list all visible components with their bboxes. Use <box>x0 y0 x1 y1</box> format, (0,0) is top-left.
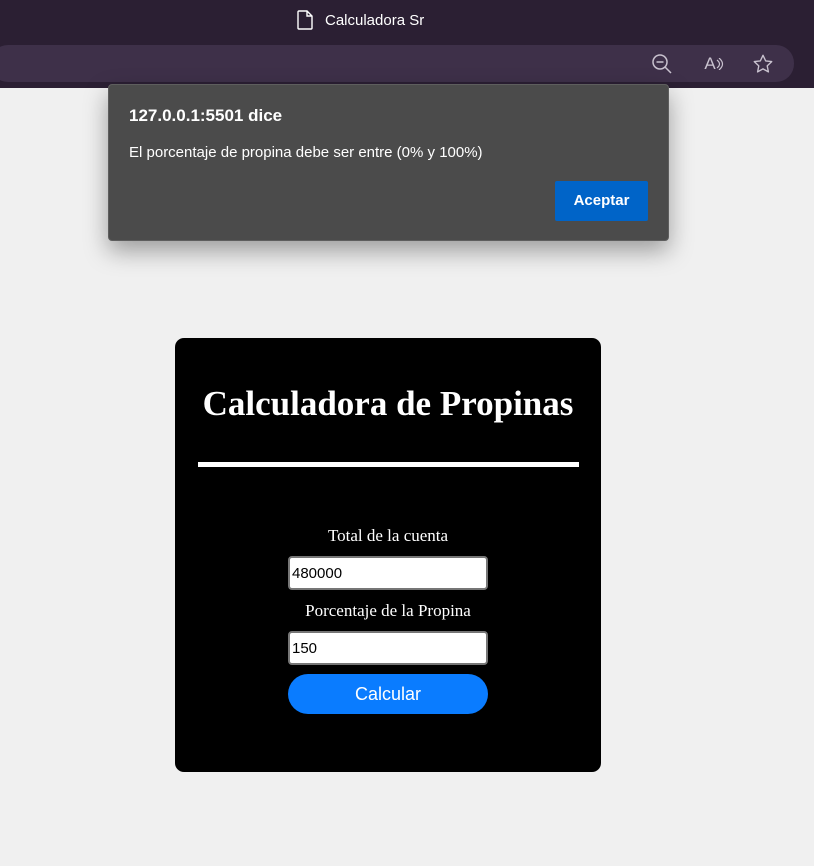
title-divider <box>198 462 579 467</box>
read-aloud-icon[interactable]: A <box>702 52 726 76</box>
total-label: Total de la cuenta <box>327 526 449 545</box>
accept-button[interactable]: Aceptar <box>555 181 648 221</box>
alert-dialog: 127.0.0.1:5501 dice El porcentaje de pro… <box>108 84 669 241</box>
total-input[interactable] <box>288 556 488 590</box>
address-bar[interactable] <box>0 45 794 82</box>
calculate-button[interactable]: Calcular <box>288 674 488 714</box>
document-icon <box>297 10 313 30</box>
zoom-out-icon[interactable] <box>650 52 674 76</box>
tip-percentage-input[interactable] <box>288 631 488 665</box>
tip-percentage-label: Porcentaje de la Propina <box>305 601 471 620</box>
tab-title: Calculadora Sr <box>325 11 425 29</box>
alert-origin: 127.0.0.1:5501 dice <box>129 106 283 125</box>
browser-tab[interactable]: Calculadora Sr <box>297 10 424 30</box>
favorite-star-icon[interactable] <box>751 52 775 76</box>
calculator-title: Calculadora de Propinas <box>202 384 574 423</box>
alert-message: El porcentaje de propina debe ser entre … <box>129 144 483 161</box>
